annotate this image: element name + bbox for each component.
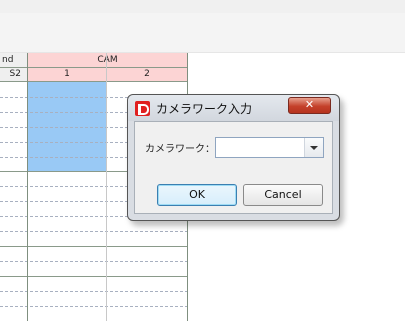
top-band — [0, 0, 405, 13]
row-line — [0, 306, 188, 307]
subheader-cam-1[interactable]: 1 — [28, 67, 106, 81]
app-logo-icon — [135, 101, 150, 116]
row-line-solid — [0, 276, 188, 277]
camerawork-label: カメラワーク： — [145, 144, 215, 155]
row-line-solid — [0, 246, 188, 247]
header-divider — [0, 67, 188, 68]
toolbar-area — [0, 13, 405, 53]
subheader-s2[interactable]: S2 — [0, 67, 27, 81]
close-button[interactable]: ✕ — [288, 97, 331, 114]
row-line — [0, 291, 188, 292]
close-icon: ✕ — [304, 98, 315, 111]
row-line — [0, 261, 188, 262]
chevron-down-icon[interactable] — [304, 138, 323, 157]
cancel-button[interactable]: Cancel — [243, 184, 323, 206]
column-divider — [106, 53, 107, 321]
partial-header-cell: nd — [0, 53, 27, 67]
camerawork-dialog: カメラワーク入力 ✕ カメラワーク： OK Cancel — [127, 94, 340, 221]
dialog-titlebar[interactable]: カメラワーク入力 ✕ — [128, 95, 339, 121]
subheader-cam-2[interactable]: 2 — [107, 67, 187, 81]
cam-group-header[interactable]: CAM — [28, 53, 187, 67]
column-divider — [27, 53, 28, 321]
row-line — [0, 231, 188, 232]
dialog-title: カメラワーク入力 — [156, 102, 253, 116]
ok-button[interactable]: OK — [157, 184, 237, 206]
dialog-body: カメラワーク： OK Cancel — [134, 121, 333, 214]
header-bottom-line — [0, 81, 188, 82]
camerawork-combobox[interactable] — [215, 137, 324, 158]
